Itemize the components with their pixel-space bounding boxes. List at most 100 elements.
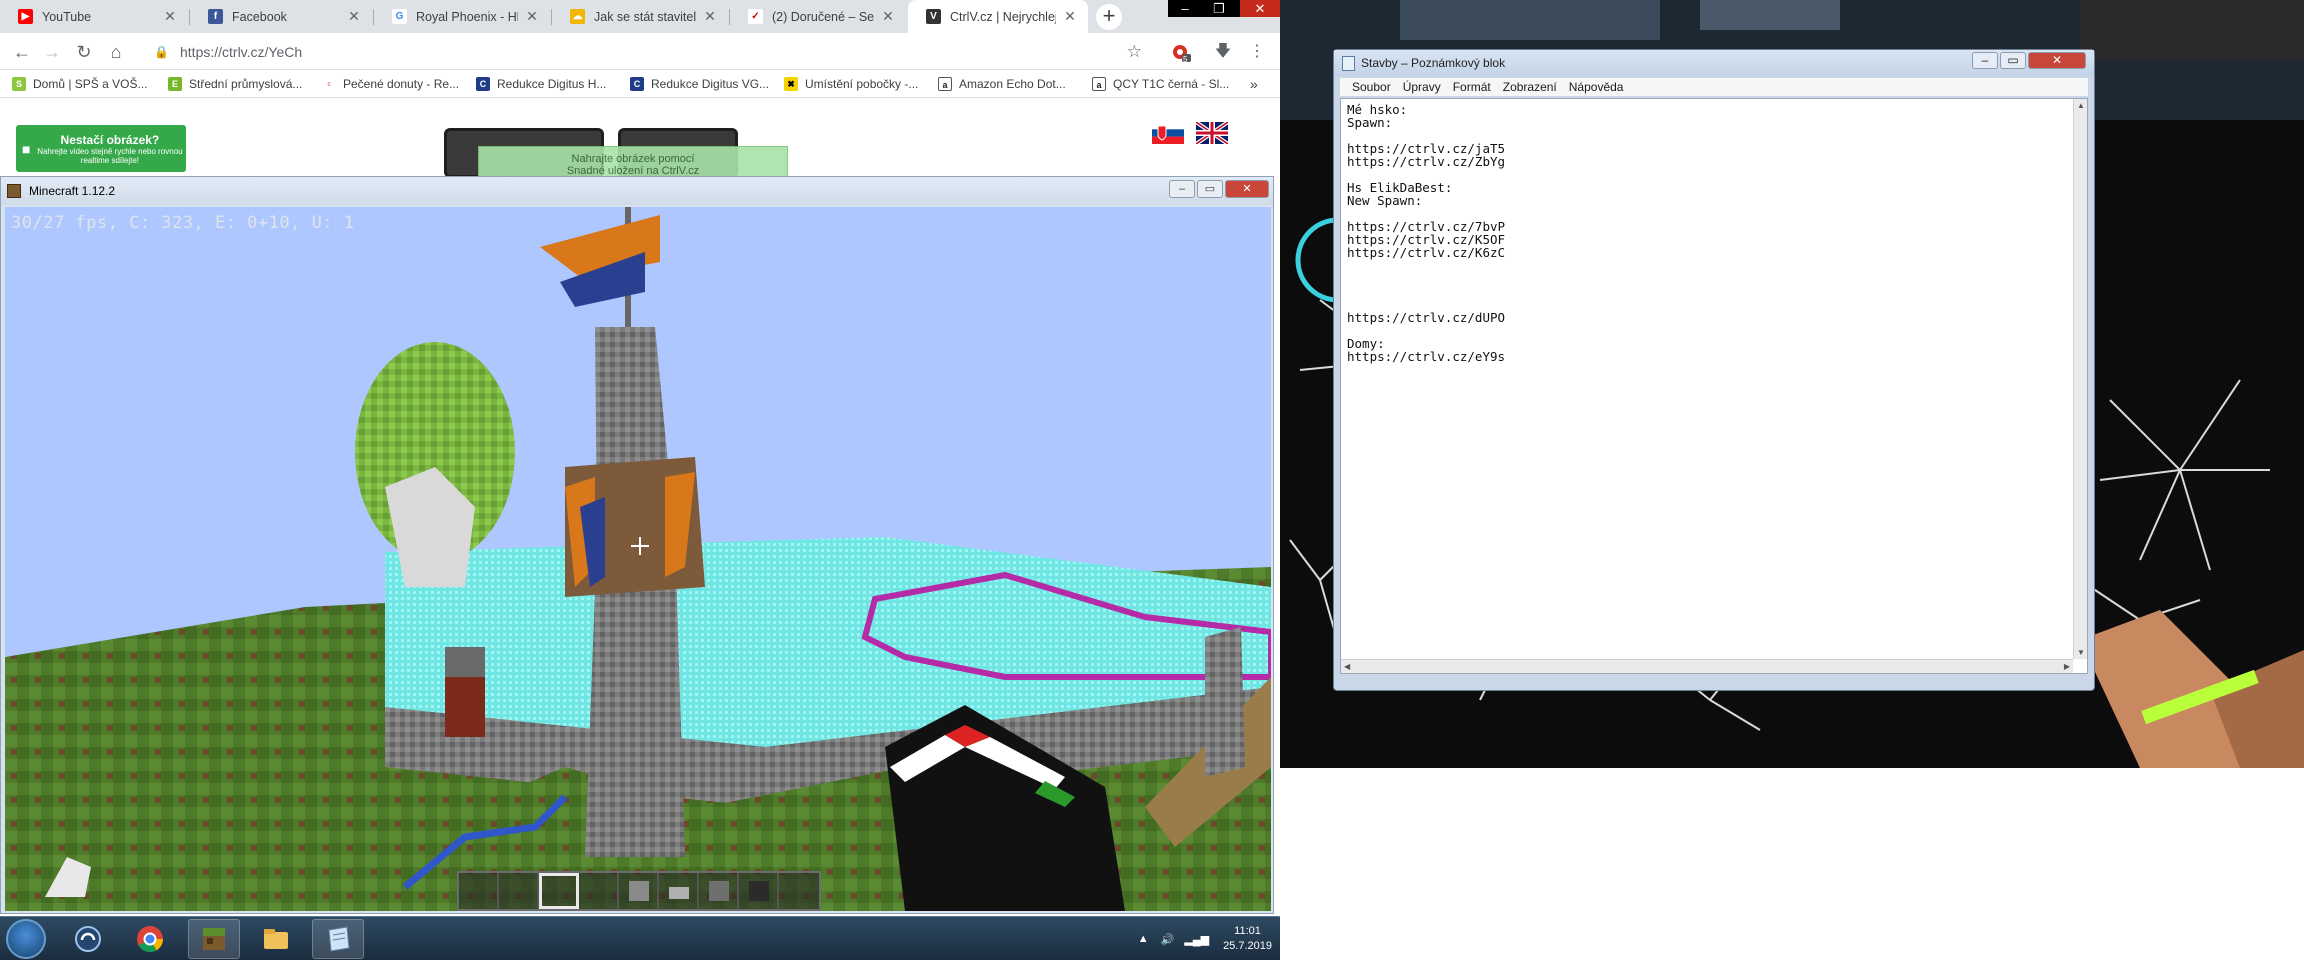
hotbar-slot-7[interactable] <box>699 873 739 909</box>
show-hidden-icons-icon[interactable]: ▲ <box>1138 933 1149 945</box>
bookmark-item[interactable]: a QCY T1C černá - Sl... <box>1092 75 1229 93</box>
browser-toolbar: ← → ↻ ⌂ 🔒 https://ctrlv.cz/YeCh ☆ 5 🡇 ⋮ <box>0 33 1280 70</box>
close-icon[interactable]: ✕ <box>1062 8 1078 25</box>
close-window-icon[interactable]: ✕ <box>1240 0 1280 17</box>
tab-jak-se-stat[interactable]: ☁ Jak se stát stavitelem ✕ <box>552 0 728 33</box>
hotbar[interactable] <box>457 871 821 911</box>
maximize-icon[interactable]: ▭ <box>2000 52 2026 69</box>
tab-youtube[interactable]: ▶ YouTube ✕ <box>0 0 188 33</box>
clock-date: 25.7.2019 <box>1223 940 1272 952</box>
volume-icon[interactable]: 🔊 <box>1161 933 1175 946</box>
seznam-icon: ✓ <box>748 9 763 24</box>
bookmark-label: Střední průmyslová... <box>189 77 303 91</box>
hotbar-slot-4[interactable] <box>579 873 619 909</box>
scroll-up-icon[interactable]: ▲ <box>2077 101 2085 110</box>
extension-badge: 5 <box>1183 55 1188 64</box>
start-button[interactable] <box>6 919 46 959</box>
new-tab-button[interactable]: + <box>1096 4 1122 30</box>
bookmark-item[interactable]: ♀ Pečené donuty - Re... <box>322 75 459 93</box>
windows-taskbar: ▲ 🔊 ▂▄▆ 11:01 25.7.2019 <box>0 916 1280 960</box>
horizontal-scrollbar[interactable]: ◀ ▶ <box>1341 659 2073 673</box>
minimize-icon[interactable]: – <box>1168 0 1202 17</box>
close-window-icon[interactable]: ✕ <box>1225 180 1269 198</box>
clock[interactable]: 11:01 25.7.2019 <box>1223 924 1272 954</box>
hotbar-slot-6[interactable] <box>659 873 699 909</box>
facebook-icon: f <box>208 9 223 24</box>
ctrlv-icon: V <box>926 9 941 24</box>
extension-icon[interactable] <box>1170 41 1192 63</box>
network-icon[interactable]: ▂▄▆ <box>1184 933 1209 946</box>
banner-text: Nahrejte video stejně rychle nebo rovnou… <box>37 146 183 165</box>
shop-icon: C <box>630 77 644 91</box>
more-bookmarks-button[interactable]: » <box>1250 75 1258 93</box>
slovak-flag-icon[interactable] <box>1152 122 1184 144</box>
tab-facebook[interactable]: f Facebook ✕ <box>190 0 372 33</box>
menu-icon[interactable]: ⋮ <box>1246 41 1268 63</box>
menu-zobrazeni[interactable]: Zobrazení <box>1503 80 1557 94</box>
bookmark-label: QCY T1C černá - Sl... <box>1113 77 1230 91</box>
google-icon: G <box>392 9 407 24</box>
clock-time: 11:01 <box>1234 925 1261 937</box>
download-icon[interactable]: 🡇 <box>1212 41 1234 63</box>
bookmark-star-icon[interactable]: ☆ <box>1127 42 1142 62</box>
scroll-left-icon[interactable]: ◀ <box>1344 662 1350 671</box>
hotbar-slot-2[interactable] <box>499 873 539 909</box>
bookmark-item[interactable]: S Domů | SPŠ a VOŠ... <box>12 75 148 93</box>
maximize-icon[interactable]: ▭ <box>1197 180 1223 198</box>
close-icon[interactable]: ✕ <box>702 8 718 25</box>
tab-title: Facebook <box>232 9 287 24</box>
left-monitor: ▶ YouTube ✕ f Facebook ✕ G Royal Phoenix… <box>0 0 1280 960</box>
close-window-icon[interactable]: ✕ <box>2028 52 2086 69</box>
bookmark-label: Amazon Echo Dot... <box>959 77 1066 91</box>
menu-upravy[interactable]: Úpravy <box>1403 80 1441 94</box>
notepad-icon <box>1342 55 1355 71</box>
minecraft-icon[interactable] <box>188 919 240 959</box>
hotbar-slot-5[interactable] <box>619 873 659 909</box>
menu-format[interactable]: Formát <box>1453 80 1491 94</box>
close-icon[interactable]: ✕ <box>524 8 540 25</box>
notepad-titlebar: Stavby – Poznámkový blok – ▭ ✕ <box>1334 50 2094 76</box>
bookmark-item[interactable]: a Amazon Echo Dot... <box>938 75 1066 93</box>
chrome-icon[interactable] <box>124 919 176 959</box>
bookmark-item[interactable]: C Redukce Digitus H... <box>476 75 606 93</box>
bookmarks-bar: S Domů | SPŠ a VOŠ... E Střední průmyslová… <box>0 70 1280 98</box>
hotbar-slot-9[interactable] <box>779 873 819 909</box>
minecraft-titlebar: Minecraft 1.12.2 – ▭ ✕ <box>1 177 1273 205</box>
restore-icon[interactable]: ❐ <box>1202 0 1236 17</box>
notepad-icon[interactable] <box>312 919 364 959</box>
tab-ctrlv[interactable]: V CtrlV.cz | Nejrychlejší ✕ <box>908 0 1088 33</box>
back-icon[interactable]: ← <box>10 41 34 65</box>
close-icon[interactable]: ✕ <box>162 8 178 25</box>
close-icon[interactable]: ✕ <box>880 8 896 25</box>
reload-icon[interactable]: ↻ <box>72 41 96 65</box>
vertical-scrollbar[interactable]: ▲ ▼ <box>2073 99 2087 659</box>
minecraft-game-view[interactable]: 30/27 fps, C: 323, E: 0+10, U: 1 <box>5 207 1271 911</box>
alza-icon: a <box>938 77 952 91</box>
tab-google-search[interactable]: G Royal Phoenix - Hledá ✕ <box>374 0 550 33</box>
scroll-down-icon[interactable]: ▼ <box>2077 648 2085 657</box>
notepad-text-area[interactable]: Mé hsko: Spawn: https://ctrlv.cz/jaT5 ht… <box>1340 98 2088 674</box>
menu-soubor[interactable]: Soubor <box>1352 80 1391 94</box>
notepad-content[interactable]: Mé hsko: Spawn: https://ctrlv.cz/jaT5 ht… <box>1347 103 2067 363</box>
teamspeak-icon[interactable] <box>62 919 114 959</box>
menu-napoveda[interactable]: Nápověda <box>1569 80 1624 94</box>
bookmark-item[interactable]: E Střední průmyslová... <box>168 75 302 93</box>
forward-icon[interactable]: → <box>40 41 64 65</box>
address-bar[interactable]: 🔒 https://ctrlv.cz/YeCh ☆ <box>148 38 1158 66</box>
minimize-icon[interactable]: – <box>1972 52 1998 69</box>
hotbar-slot-8[interactable] <box>739 873 779 909</box>
home-icon[interactable]: ⌂ <box>104 41 128 65</box>
bookmark-item[interactable]: ✖ Umístění pobočky -... <box>784 75 918 93</box>
uk-flag-icon[interactable] <box>1196 122 1228 144</box>
scroll-right-icon[interactable]: ▶ <box>2064 662 2070 671</box>
explorer-icon[interactable] <box>250 919 302 959</box>
hotbar-slot-3[interactable] <box>539 873 579 909</box>
minimize-icon[interactable]: – <box>1169 180 1195 198</box>
hotbar-slot-1[interactable] <box>459 873 499 909</box>
tab-seznam-email[interactable]: ✓ (2) Doručené – Sezna ✕ <box>730 0 906 33</box>
bookmark-item[interactable]: C Redukce Digitus VG... <box>630 75 769 93</box>
pin-icon: ♀ <box>322 77 336 91</box>
video-upload-banner[interactable]: ■ Nestačí obrázek? Nahrejte video stejně… <box>16 125 186 172</box>
tab-title: Royal Phoenix - Hledá <box>416 9 518 24</box>
close-icon[interactable]: ✕ <box>346 8 362 25</box>
